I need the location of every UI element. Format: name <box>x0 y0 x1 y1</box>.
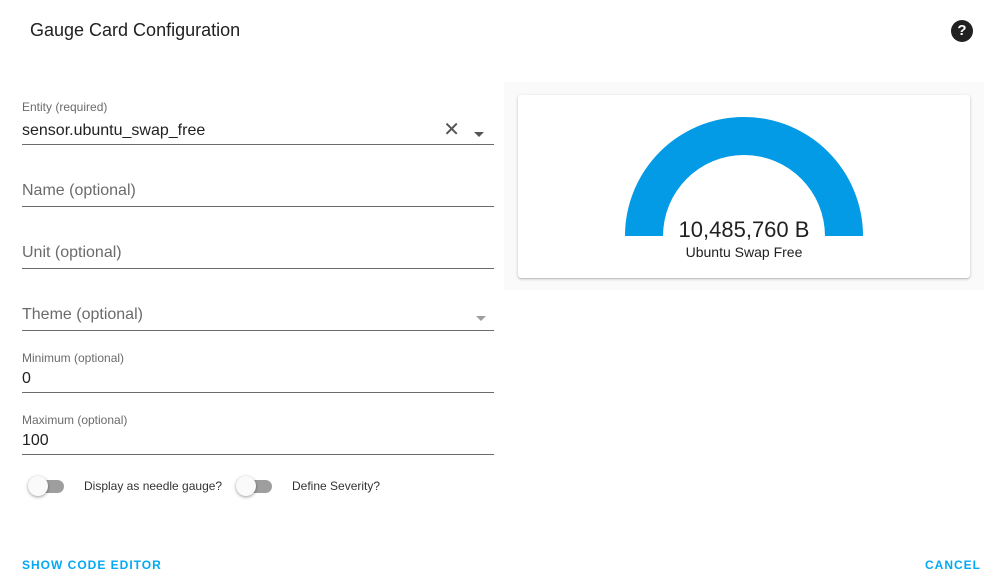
chevron-down-icon[interactable] <box>476 316 486 321</box>
toggle-thumb[interactable] <box>28 476 48 496</box>
entity-label: Entity (required) <box>22 100 108 114</box>
needle-gauge-toggle[interactable] <box>28 476 68 496</box>
chevron-down-icon[interactable] <box>474 132 484 137</box>
needle-gauge-label: Display as needle gauge? <box>84 479 223 493</box>
name-field[interactable]: Name (optional) <box>22 180 494 207</box>
theme-placeholder: Theme (optional) <box>22 306 143 323</box>
maximum-field[interactable]: Maximum (optional) 100 <box>22 413 494 455</box>
dialog-title: Gauge Card Configuration <box>30 20 241 40</box>
toggle-thumb[interactable] <box>236 476 256 496</box>
minimum-field[interactable]: Minimum (optional) 0 <box>22 351 494 393</box>
theme-select[interactable]: Theme (optional) <box>22 304 494 331</box>
unit-placeholder: Unit (optional) <box>22 244 122 261</box>
unit-field[interactable]: Unit (optional) <box>22 242 494 269</box>
toggle-row: Display as needle gauge? Define Severity… <box>28 476 428 498</box>
entity-value[interactable]: sensor.ubuntu_swap_free <box>22 122 205 140</box>
show-code-editor-button[interactable]: SHOW CODE EDITOR <box>22 558 162 572</box>
severity-label: Define Severity? <box>292 479 381 493</box>
minimum-value[interactable]: 0 <box>22 370 31 388</box>
preview-panel: 10,485,760 B Ubuntu Swap Free <box>504 82 984 290</box>
clear-icon[interactable]: ✕ <box>443 120 460 140</box>
maximum-label: Maximum (optional) <box>22 413 128 427</box>
gauge-name: Ubuntu Swap Free <box>685 244 803 260</box>
gauge-card: 10,485,760 B Ubuntu Swap Free <box>518 95 970 278</box>
cancel-button[interactable]: CANCEL <box>925 558 981 572</box>
entity-field[interactable]: Entity (required) sensor.ubuntu_swap_fre… <box>22 100 494 145</box>
name-placeholder: Name (optional) <box>22 182 136 199</box>
maximum-value[interactable]: 100 <box>22 432 49 450</box>
help-icon[interactable]: ? <box>951 20 973 42</box>
severity-toggle[interactable] <box>236 476 276 496</box>
minimum-label: Minimum (optional) <box>22 351 125 365</box>
gauge-value: 10,485,760 B <box>678 217 810 242</box>
